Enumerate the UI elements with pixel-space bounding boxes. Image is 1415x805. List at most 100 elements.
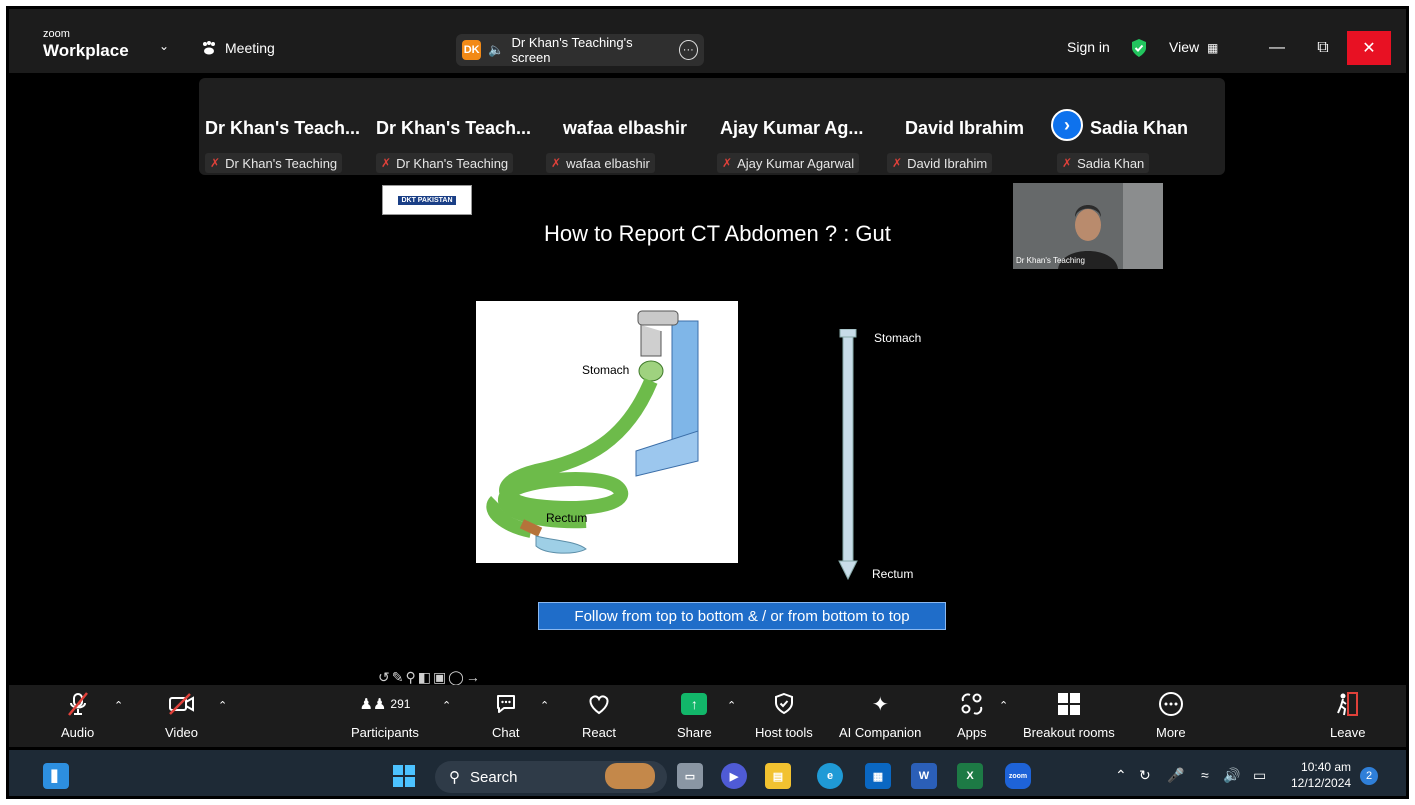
chat-button[interactable]: Chat <box>492 691 519 740</box>
chevron-down-icon[interactable]: ⌄ <box>159 39 169 53</box>
apps-label: Apps <box>957 725 987 740</box>
screen-share-indicator[interactable]: DK 🔈 Dr Khan's Teaching's screen ··· <box>456 34 704 66</box>
participant-tag: ✗ David Ibrahim <box>887 153 993 173</box>
presenter-video[interactable]: Dr Khan's Teaching <box>1013 183 1163 269</box>
zoom-window: zoom Workplace ⌄ Meeting DK 🔈 Dr Khan's … <box>6 6 1409 799</box>
tray-chevron-icon[interactable]: ⌃ <box>1115 767 1127 784</box>
audio-options-caret[interactable]: ⌃ <box>114 699 123 712</box>
participant-name: David Ibrahim <box>905 118 1025 138</box>
excel-icon[interactable]: X <box>957 763 983 789</box>
logo-small: zoom <box>43 28 70 40</box>
next-page-arrow-icon[interactable]: › <box>1051 109 1083 141</box>
sign-in-link[interactable]: Sign in <box>1067 39 1110 55</box>
close-button[interactable]: ✕ <box>1347 31 1391 65</box>
audio-label: Audio <box>61 725 95 740</box>
clock-date: 12/12/2024 <box>1291 776 1352 790</box>
edge-browser-icon[interactable]: e <box>817 763 843 789</box>
muted-mic-icon: ✗ <box>551 156 562 170</box>
more-icon <box>1158 691 1184 717</box>
minimize-button[interactable]: — <box>1255 31 1299 65</box>
share-button[interactable]: ↑ Share <box>677 691 712 740</box>
title-bar: zoom Workplace ⌄ Meeting DK 🔈 Dr Khan's … <box>9 9 1406 73</box>
sync-icon[interactable]: ↻ <box>1139 767 1151 784</box>
task-view-icon[interactable]: ▭ <box>677 763 703 789</box>
battery-icon[interactable]: ▭ <box>1253 767 1266 784</box>
chat-options-caret[interactable]: ⌃ <box>540 699 549 712</box>
apps-icon <box>960 691 984 717</box>
participant-tag: ✗ Dr Khan's Teaching <box>376 153 514 173</box>
participant-tag: ✗ wafaa elbashir <box>546 153 655 173</box>
sparkle-icon: ✦ <box>871 693 889 716</box>
ai-companion-button[interactable]: ✦ AI Companion <box>839 691 922 741</box>
store-icon[interactable]: ▦ <box>865 763 891 789</box>
wifi-icon[interactable]: ≈ <box>1201 767 1209 783</box>
widgets-icon[interactable]: ▋ <box>43 763 69 789</box>
logo-big: Workplace <box>43 41 129 60</box>
speaker-icon: 🔈 <box>488 42 505 57</box>
muted-mic-icon: ✗ <box>210 156 221 170</box>
search-label: Search <box>470 768 518 786</box>
rectum-label: Rectum <box>546 511 588 525</box>
down-arrow-icon <box>838 328 858 581</box>
leave-label: Leave <box>1330 725 1366 740</box>
arrow-rectum-label: Rectum <box>872 567 914 581</box>
react-button[interactable]: React <box>582 691 616 740</box>
meet-app-icon[interactable]: ▶ <box>721 763 747 789</box>
notification-badge[interactable]: 2 <box>1360 767 1378 785</box>
zoom-app-icon[interactable]: zoom <box>1005 763 1031 789</box>
host-tools-button[interactable]: Host tools <box>755 691 813 740</box>
view-label: View <box>1169 39 1200 55</box>
chat-label: Chat <box>492 725 520 740</box>
search-highlight-image <box>605 763 655 789</box>
more-options-icon[interactable]: ··· <box>678 40 698 60</box>
stomach-label: Stomach <box>582 363 630 377</box>
share-options-caret[interactable]: ⌃ <box>727 699 736 712</box>
participants-button[interactable]: ♟♟ 291 Participants <box>351 691 419 740</box>
view-button[interactable]: View ▦ <box>1169 39 1218 55</box>
search-icon: ⚲ <box>449 769 460 786</box>
breakout-rooms-button[interactable]: Breakout rooms <box>1023 691 1115 740</box>
muted-mic-icon: ✗ <box>892 156 903 170</box>
chat-bubble-icon <box>494 691 518 717</box>
participants-count: 291 <box>390 697 411 711</box>
leave-button[interactable]: Leave <box>1330 691 1365 740</box>
meeting-controls: Audio ⌃ Video ⌃ ♟♟ 291 Participants ⌃ Ch… <box>9 685 1406 747</box>
paw-icon <box>203 41 215 55</box>
file-explorer-icon[interactable]: ▤ <box>765 763 791 789</box>
participant-tag: ✗ Ajay Kumar Agarwal <box>717 153 860 173</box>
volume-icon[interactable]: 🔊 <box>1223 767 1240 784</box>
react-label: React <box>582 725 616 740</box>
participants-options-caret[interactable]: ⌃ <box>442 699 451 712</box>
meeting-menu-button[interactable]: Meeting <box>201 40 275 56</box>
ai-companion-label: AI Companion <box>839 725 922 740</box>
video-button[interactable]: Video <box>165 691 198 740</box>
share-label: Share <box>677 725 712 740</box>
apps-options-caret[interactable]: ⌃ <box>999 699 1008 712</box>
muted-mic-icon: ✗ <box>381 156 392 170</box>
apps-button[interactable]: Apps <box>957 691 987 740</box>
muted-mic-icon <box>66 691 90 717</box>
more-button[interactable]: More <box>1156 691 1186 740</box>
audio-button[interactable]: Audio <box>61 691 94 740</box>
clock[interactable]: 10:40 am 12/12/2024 <box>1291 759 1351 791</box>
muted-mic-icon: ✗ <box>722 156 733 170</box>
microphone-icon[interactable]: 🎤 <box>1167 767 1184 784</box>
tap-hose-illustration: Stomach Rectum <box>476 301 738 563</box>
word-icon[interactable]: W <box>911 763 937 789</box>
people-icon: ♟♟ <box>359 696 387 713</box>
participant-name: Ajay Kumar Ag... <box>720 118 864 138</box>
meeting-label: Meeting <box>225 40 275 56</box>
host-tools-label: Host tools <box>755 725 813 740</box>
windows-start-icon[interactable] <box>391 763 417 789</box>
restore-button[interactable]: ⧉ <box>1301 31 1345 65</box>
presenter-badge: DK <box>462 40 482 60</box>
participant-tag: ✗ Dr Khan's Teaching <box>205 153 343 173</box>
participant-name: Sadia Khan <box>1090 118 1189 138</box>
video-options-caret[interactable]: ⌃ <box>218 699 227 712</box>
grid-icon: ▦ <box>1206 41 1219 55</box>
windows-taskbar: ▋ ⚲ Search ▭ ▶ ▤ e ▦ W X zoom ⌃ ↻ 🎤 ≈ 🔊 … <box>9 750 1406 796</box>
participant-tag: ✗ Sadia Khan <box>1057 153 1150 173</box>
slide-logo-text: DKT PAKISTAN <box>398 195 456 205</box>
annotation-toolbar[interactable]: ↺✎⚲◧▣◯→ <box>378 669 482 686</box>
security-shield-icon[interactable] <box>1130 38 1148 58</box>
